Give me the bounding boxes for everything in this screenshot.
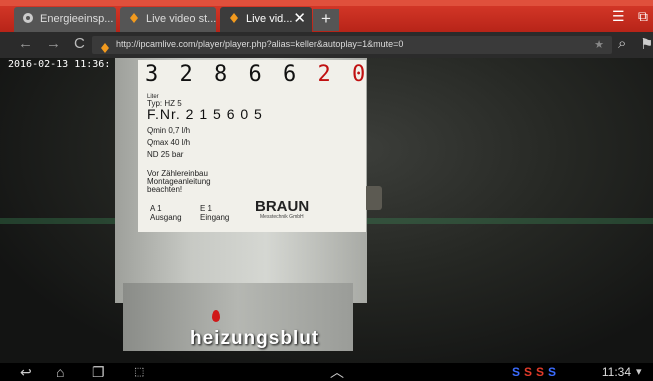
counter-red-digits: 2 0 <box>317 62 370 87</box>
close-tab-icon[interactable]: ✕ <box>293 7 306 31</box>
site-favicon-icon <box>22 9 34 23</box>
inlet-label: E 1 Eingang <box>200 204 230 222</box>
video-timestamp: 2016-02-13 11:36: <box>8 59 111 70</box>
channel-watermark: heizungsblut <box>190 328 320 349</box>
reload-icon[interactable]: C <box>74 35 85 52</box>
brand-logo: BRAUN <box>255 198 310 215</box>
tab-label: Energieeinsp... <box>40 13 114 25</box>
chevron-up-icon[interactable]: ︿ <box>330 364 344 380</box>
bookmark-star-icon[interactable]: ★ <box>594 38 604 51</box>
recent-apps-icon[interactable]: ❐ <box>92 364 105 380</box>
tab-live-video-active[interactable]: Live vid... ✕ <box>220 7 312 32</box>
screenshot-icon[interactable]: ⬚ <box>134 364 144 380</box>
address-toolbar: ← → C http://ipcamlive.com/player/player… <box>0 32 653 58</box>
new-tab-button[interactable]: + <box>313 9 339 31</box>
home-icon[interactable]: ⌂ <box>56 364 64 380</box>
tab-label: Live video st... <box>146 13 216 25</box>
ipcamlive-favicon-icon <box>128 9 140 23</box>
status-clock: 11:34 <box>601 365 631 379</box>
restore-window-icon[interactable]: ⧉ <box>638 8 648 25</box>
url-bar[interactable]: http://ipcamlive.com/player/player.php?a… <box>92 36 612 54</box>
pipe-fitting <box>364 186 382 210</box>
notification-icon-1[interactable]: S <box>512 365 520 379</box>
notification-icon-2[interactable]: S <box>524 365 532 379</box>
qmin-spec: Qmin 0,7 l/h <box>147 126 191 135</box>
notification-icon-3[interactable]: S <box>536 365 544 379</box>
live-video-player[interactable]: 3 2 8 6 6 2 0 Liter Typ: HZ 5 F.Nr. 2 1 … <box>0 58 653 363</box>
qmax-spec: Qmax 40 l/h <box>147 138 191 147</box>
page-favicon-icon <box>100 40 110 53</box>
back-arrow-icon[interactable]: ← <box>18 35 33 52</box>
meter-counter: 3 2 8 6 6 2 0 <box>145 62 369 87</box>
system-navigation-bar: ↩ ⌂ ❐ ⬚ ︿ S S S S 11:34 ▾ <box>0 363 653 381</box>
search-icon[interactable]: ⌕ <box>618 35 626 52</box>
flag-icon[interactable]: ⚑ <box>640 35 653 53</box>
installation-note: Vor Zählereinbau Montageanleitung beacht… <box>147 169 211 194</box>
notification-icon-4[interactable]: S <box>548 365 556 379</box>
menu-icon[interactable]: ☰ <box>612 8 625 25</box>
pressure-spec: ND 25 bar <box>147 150 184 159</box>
back-icon[interactable]: ↩ <box>20 364 32 380</box>
blood-drop-icon <box>212 310 220 322</box>
serial-number: F.Nr. 2 1 5 6 0 5 <box>147 106 263 122</box>
tab-label: Live vid... <box>246 13 293 25</box>
tab-live-video-1[interactable]: Live video st... <box>120 7 216 32</box>
counter-black-digits: 3 2 8 6 6 <box>145 62 301 87</box>
outlet-label: A 1 Ausgang <box>150 204 182 222</box>
url-text[interactable]: http://ipcamlive.com/player/player.php?a… <box>116 39 403 49</box>
wifi-icon: ▾ <box>636 366 642 378</box>
tab-strip: Energieeinsp... Live video st... Live vi… <box>0 0 653 32</box>
forward-arrow-icon[interactable]: → <box>46 35 61 52</box>
tab-energieeinsparung[interactable]: Energieeinsp... <box>14 7 116 32</box>
ipcamlive-favicon-icon <box>228 9 240 23</box>
brand-subtitle: Messtechnik GmbH <box>260 214 304 220</box>
